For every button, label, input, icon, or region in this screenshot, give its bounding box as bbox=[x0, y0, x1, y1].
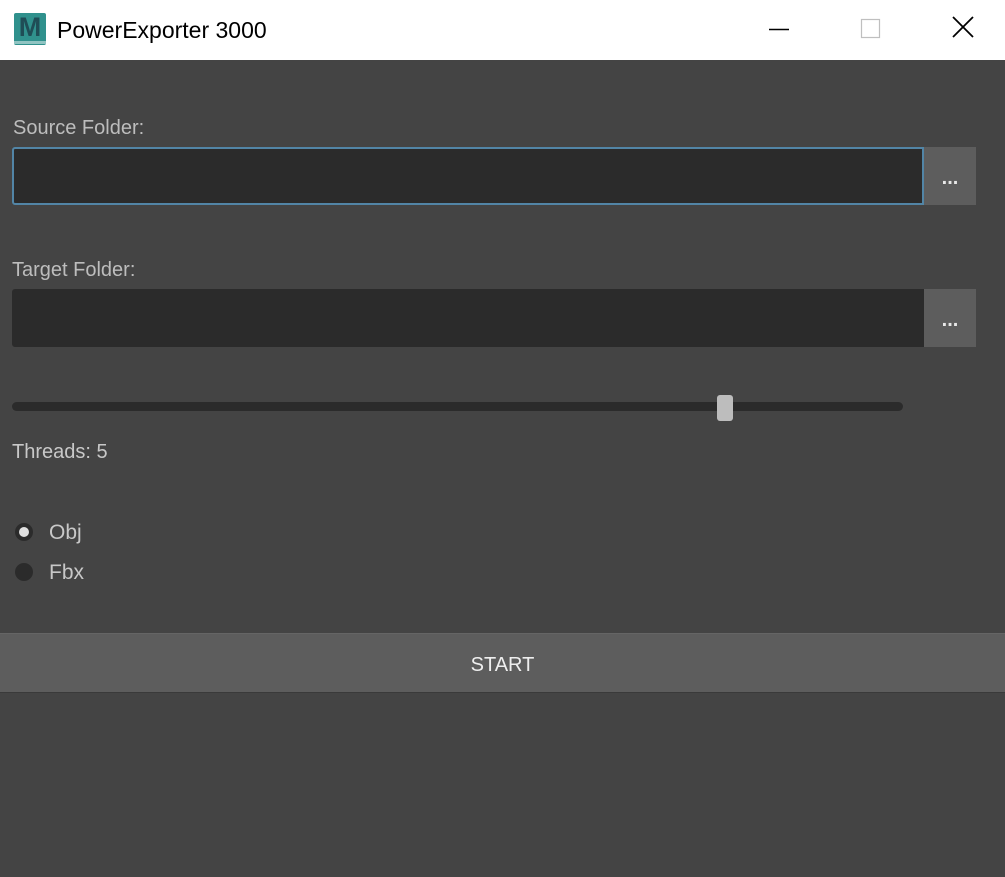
radio-fbx-indicator[interactable] bbox=[15, 563, 33, 581]
source-folder-label: Source Folder: bbox=[13, 117, 145, 139]
app-icon-letter: M bbox=[18, 12, 42, 42]
close-button[interactable] bbox=[916, 0, 1005, 60]
target-browse-button[interactable]: ... bbox=[924, 289, 976, 347]
maximize-icon bbox=[860, 18, 881, 39]
title-bar: M PowerExporter 3000 bbox=[0, 0, 1005, 60]
source-folder-input[interactable] bbox=[12, 147, 924, 205]
minimize-icon bbox=[769, 28, 789, 31]
radio-obj-indicator[interactable] bbox=[15, 523, 33, 541]
start-button[interactable]: START bbox=[0, 633, 1005, 693]
window-title: PowerExporter 3000 bbox=[57, 17, 267, 43]
target-folder-input[interactable] bbox=[12, 289, 924, 347]
minimize-button[interactable] bbox=[733, 0, 825, 60]
maya-app-icon: M bbox=[14, 12, 46, 45]
radio-obj[interactable]: Obj bbox=[12, 520, 132, 550]
close-icon bbox=[952, 16, 974, 38]
app-icon-strip bbox=[14, 41, 46, 44]
threads-slider-handle[interactable] bbox=[717, 395, 733, 421]
radio-obj-label: Obj bbox=[49, 521, 82, 544]
threads-slider-track[interactable] bbox=[12, 402, 903, 411]
radio-fbx-label: Fbx bbox=[49, 561, 85, 584]
radio-fbx[interactable]: Fbx bbox=[12, 560, 132, 590]
source-browse-button[interactable]: ... bbox=[924, 147, 976, 205]
threads-label: Threads: 5 bbox=[12, 441, 108, 463]
maximize-button[interactable] bbox=[824, 0, 916, 60]
target-folder-label: Target Folder: bbox=[12, 259, 136, 281]
